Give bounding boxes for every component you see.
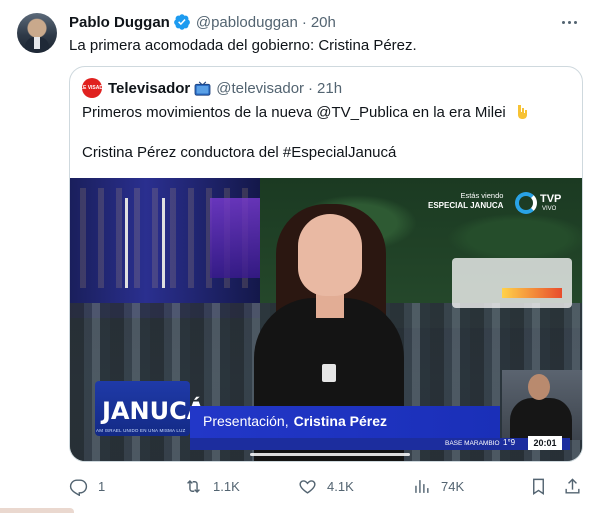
crane-shape (452, 258, 572, 308)
author-name[interactable]: Pablo Duggan (69, 14, 170, 31)
quoted-text: Primeros movimientos de la nueva @TV_Pub… (82, 104, 506, 121)
tvp-logo-icon (515, 192, 537, 214)
repost-count: 1.1K (213, 478, 240, 494)
reply-icon (69, 478, 88, 496)
lower-third-name: Cristina Pérez (293, 413, 387, 429)
share-button[interactable] (563, 476, 582, 496)
quoted-header: TELE VISADOR Televisador @televisador · … (74, 78, 343, 98)
views-button[interactable]: 74K (412, 476, 464, 496)
presenter-pendant (322, 364, 336, 382)
quoted-timestamp: 21h (317, 79, 343, 97)
reply-count: 1 (98, 478, 106, 494)
author-avatar[interactable] (17, 13, 57, 53)
views-count: 74K (441, 478, 465, 494)
now-watching-line-1: Estás viendo (460, 191, 504, 200)
more-dot (573, 20, 577, 24)
bookmark-button[interactable] (529, 476, 548, 496)
sign-interpreter-body (510, 398, 572, 440)
more-dot (561, 20, 565, 24)
like-button[interactable]: 4.1K (298, 476, 354, 496)
tv-icon (194, 80, 211, 96)
quoted-handle: @televisador (216, 79, 305, 97)
cropped-edge (0, 508, 74, 513)
now-watching-line-2: ESPECIAL JANUCA (428, 201, 504, 210)
reply-button[interactable]: 1 (69, 476, 105, 496)
author-handle[interactable]: @pabloduggan (196, 14, 298, 31)
temperature-label: 1°9 (503, 438, 516, 447)
avatar-shirt (34, 37, 40, 49)
stage-screen (210, 198, 260, 278)
views-icon (415, 479, 429, 493)
menorah-shape (125, 198, 165, 288)
verified-badge-icon (173, 14, 190, 30)
presenter-face (298, 214, 362, 296)
program-subtitle: AM ISRAEL UNIDO EN UNA MISMA LUZ (96, 428, 186, 433)
pointing-down-emoji-icon (517, 105, 527, 119)
lower-third-text: Presentación, Cristina Pérez (203, 413, 387, 429)
clock-label: 20:01 (528, 436, 562, 450)
action-bar: 1 1.1K 4.1K 74K (69, 476, 591, 496)
quoted-avatar: TELE VISADOR (74, 78, 110, 98)
video-player[interactable]: Estás viendo ESPECIAL JANUCA TVP VIVO JA… (70, 178, 582, 461)
channel-name: TVP (540, 193, 562, 205)
sign-interpreter-face (528, 374, 550, 400)
bookmark-icon (533, 478, 544, 495)
post-text: La primera acomodada del gobierno: Crist… (69, 37, 417, 54)
tweet[interactable]: Pablo Duggan @pabloduggan · 20h La prime… (0, 0, 601, 513)
quoted-text-line-2: Cristina Pérez conductora del #EspecialJ… (82, 144, 397, 161)
flag-shape (502, 288, 562, 298)
quoted-separator: · (308, 79, 314, 97)
quoted-avatar-text: TELE VISADOR (73, 85, 111, 91)
repost-button[interactable]: 1.1K (184, 476, 240, 496)
more-icon[interactable] (557, 12, 581, 32)
quoted-author-name: Televisador (108, 79, 191, 97)
like-icon (299, 479, 316, 494)
tweet-header: Pablo Duggan @pabloduggan · 20h (69, 12, 336, 32)
header-separator: · (301, 13, 307, 31)
like-count: 4.1K (327, 478, 354, 494)
location-label: BASE MARAMBIO (445, 440, 500, 447)
repost-icon (187, 479, 200, 493)
quoted-text-line-1: Primeros movimientos de la nueva @TV_Pub… (82, 103, 529, 123)
post-timestamp[interactable]: 20h (311, 14, 336, 31)
more-dot (567, 20, 571, 24)
lower-third-label: Presentación, (203, 413, 289, 429)
now-watching-label: Estás viendo ESPECIAL JANUCA (428, 191, 503, 211)
share-icon (565, 477, 580, 494)
channel-live: VIVO (542, 206, 557, 212)
video-progress-bar[interactable] (250, 453, 410, 456)
quoted-post[interactable]: TELE VISADOR Televisador @televisador · … (69, 66, 583, 462)
